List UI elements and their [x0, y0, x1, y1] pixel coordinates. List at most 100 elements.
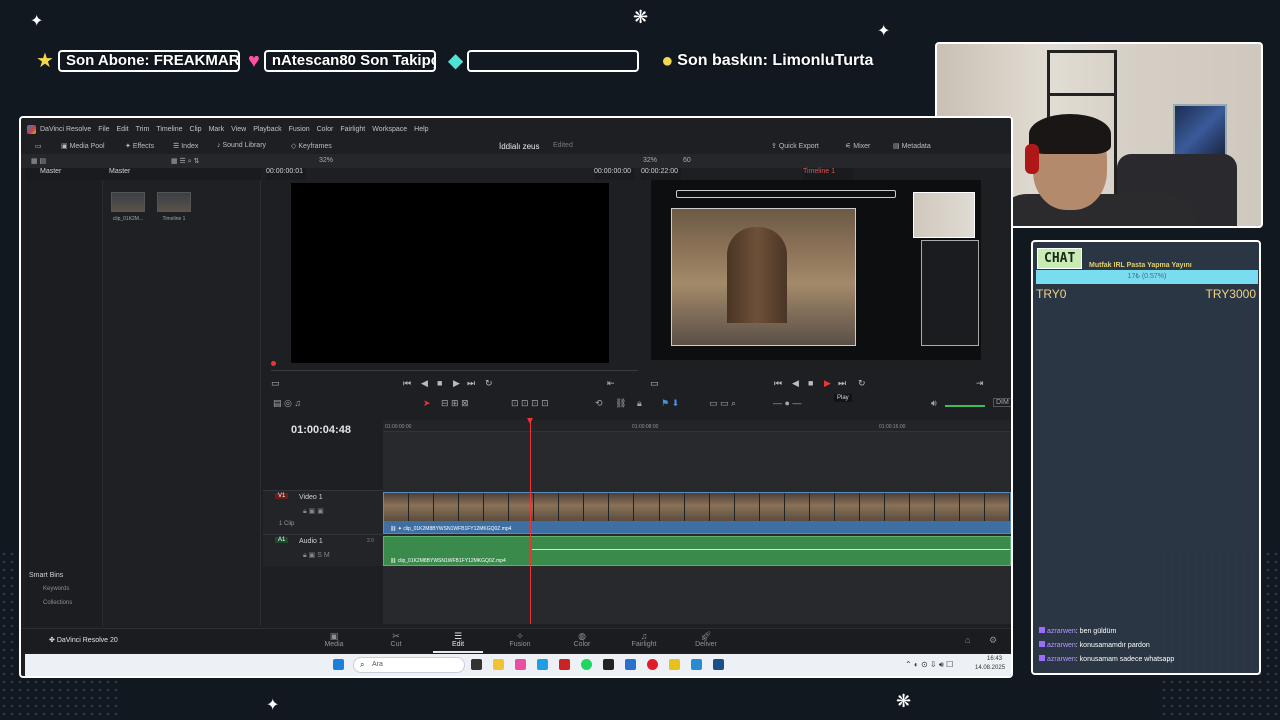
menu-mark[interactable]: Mark: [209, 126, 225, 133]
audio-clip[interactable]: ⛓ clip_01K2M8BYWSN1WFB1FY12MKGQ0Z.mp4: [383, 536, 1011, 566]
home-icon[interactable]: ⌂: [965, 635, 970, 645]
mark-in-icon[interactable]: ⇤: [607, 378, 615, 389]
video-track-header[interactable]: V1 Video 1 🔒︎ ▣ ▣ 1 Clip: [263, 490, 383, 534]
index-toggle[interactable]: ☰ Index: [173, 142, 198, 150]
app-icon-6[interactable]: [691, 659, 702, 670]
viewer-options-icon[interactable]: ▭: [650, 378, 659, 389]
timeline-name[interactable]: Timeline 1: [803, 168, 853, 180]
app-icon-3[interactable]: [603, 659, 614, 670]
page-fairlight[interactable]: ♫ Fairlight: [619, 631, 669, 648]
menu-trim[interactable]: Trim: [136, 126, 150, 133]
search-box[interactable]: ⌕ Ara: [353, 657, 465, 673]
volume-icon[interactable]: 🔊︎: [931, 398, 937, 409]
menu-fairlight[interactable]: Fairlight: [340, 126, 365, 133]
source-viewer[interactable]: [291, 183, 609, 363]
menu-fusion[interactable]: Fusion: [289, 126, 310, 133]
stop-icon[interactable]: ■: [808, 378, 813, 388]
play-reverse-icon[interactable]: ◀: [421, 378, 428, 389]
link-icon[interactable]: ⛓: [615, 398, 626, 409]
page-cut[interactable]: ✂ Cut: [371, 631, 421, 648]
jump-start-icon[interactable]: ⏮: [403, 378, 411, 389]
clock-time[interactable]: 16:43: [987, 656, 1002, 662]
track-controls-icon[interactable]: 🔒︎ ▣ ▣: [303, 507, 324, 516]
edge-icon[interactable]: [537, 659, 548, 670]
page-fusion[interactable]: ✧ Fusion: [495, 631, 545, 648]
smart-bin-keywords[interactable]: Keywords: [43, 586, 69, 592]
frame-rate[interactable]: 60: [683, 157, 691, 164]
layout-icon[interactable]: ▤ ◎ ♫: [273, 398, 301, 409]
menu-playback[interactable]: Playback: [253, 126, 281, 133]
selection-tool-icon[interactable]: ➤: [423, 398, 431, 409]
spotify-icon[interactable]: [581, 659, 592, 670]
menu-view[interactable]: View: [231, 126, 246, 133]
menu-clip[interactable]: Clip: [190, 126, 202, 133]
page-deliver[interactable]: 🚀︎ Deliver: [681, 631, 731, 648]
audio-track-header[interactable]: A1 Audio 1 2.0 🔒︎ ▣ S M: [263, 534, 383, 566]
list-view-icon[interactable]: ▦ ▤: [31, 157, 46, 165]
snapping-icon[interactable]: ⟲: [595, 398, 603, 409]
dim-button[interactable]: DIM: [993, 398, 1011, 407]
menu-help[interactable]: Help: [414, 126, 428, 133]
file-explorer-icon[interactable]: [493, 659, 504, 670]
clock-date[interactable]: 14.08.2025: [975, 665, 1005, 671]
menu-workspace[interactable]: Workspace: [372, 126, 407, 133]
app-icon-4[interactable]: [625, 659, 636, 670]
source-zoom[interactable]: 32%: [319, 157, 333, 164]
smart-bin-collections[interactable]: Collections: [43, 600, 72, 606]
davinci-taskbar-icon[interactable]: [713, 659, 724, 670]
page-color[interactable]: ◍ Color: [557, 631, 607, 648]
flag-icon[interactable]: ⚑ ⬇: [661, 398, 679, 409]
a1-badge[interactable]: A1: [275, 537, 289, 543]
media-pool-toggle[interactable]: ▣ Media Pool: [61, 142, 105, 150]
menu-app[interactable]: DaVinci Resolve: [40, 126, 91, 133]
mark-out-icon[interactable]: ⇥: [976, 378, 984, 389]
page-media[interactable]: ▣ Media: [309, 631, 359, 648]
clip-thumbnail[interactable]: [111, 192, 145, 212]
quick-export-button[interactable]: ⇪ Quick Export: [771, 142, 819, 150]
play-icon[interactable]: ▶: [824, 378, 831, 389]
sound-library-toggle[interactable]: ♪ Sound Library: [217, 142, 266, 149]
menu-edit[interactable]: Edit: [117, 126, 129, 133]
opera-icon[interactable]: [647, 659, 658, 670]
play-reverse-icon[interactable]: ◀: [792, 378, 799, 389]
effects-toggle[interactable]: ✦ Effects: [125, 142, 154, 150]
app-icon-1[interactable]: [515, 659, 526, 670]
grid-view-icon[interactable]: ▦ ☰ ⌕ ⇅: [171, 157, 200, 166]
v1-badge[interactable]: V1: [275, 493, 289, 499]
trim-tool-icon[interactable]: ⊟ ⊞ ⊠: [441, 398, 469, 409]
timeline-viewer[interactable]: [651, 180, 981, 360]
loop-icon[interactable]: ↻: [485, 378, 493, 389]
app-icon-5[interactable]: [669, 659, 680, 670]
viewer-options-icon[interactable]: ▭: [271, 378, 280, 389]
timeline-ruler[interactable]: 01:00:00:00 01:00:08:00 01:00:16:00: [383, 420, 1011, 432]
jump-end-icon[interactable]: ⏭: [838, 378, 846, 389]
menu-timeline[interactable]: Timeline: [156, 126, 182, 133]
zoom-slider[interactable]: — ● —: [773, 398, 801, 408]
lock-icon[interactable]: 🔒︎: [637, 398, 642, 409]
insert-tools-icon[interactable]: ⊡ ⊡ ⊡ ⊡: [511, 398, 549, 409]
system-tray-icons[interactable]: ⌃ ◐ ⊙ ⇩ 🔊︎ ☐: [905, 660, 953, 670]
playhead[interactable]: [527, 418, 533, 624]
stop-icon[interactable]: ■: [437, 378, 442, 388]
mixer-toggle[interactable]: ⚟ Mixer: [845, 142, 870, 150]
video-clip[interactable]: ⛓ ✦ clip_01K2M8BYWSN1WFB1FY12MKGQ0Z.mp4: [383, 492, 1011, 534]
task-view-icon[interactable]: [471, 659, 482, 670]
app-icon-2[interactable]: [559, 659, 570, 670]
menu-file[interactable]: File: [98, 126, 109, 133]
windows-start-icon[interactable]: [333, 659, 344, 670]
source-scrubber[interactable]: [271, 361, 638, 371]
volume-slider[interactable]: [945, 405, 985, 407]
loop-icon[interactable]: ↻: [858, 378, 866, 389]
settings-gear-icon[interactable]: ⚙: [989, 635, 997, 646]
timeline-zoom[interactable]: 32%: [643, 157, 657, 164]
zoom-tools-icon[interactable]: ▭ ▭ ⌕: [709, 398, 736, 409]
metadata-toggle[interactable]: ▤ Metadata: [893, 142, 931, 150]
timeline-thumbnail[interactable]: [157, 192, 191, 212]
menu-color[interactable]: Color: [317, 126, 334, 133]
jump-end-icon[interactable]: ⏭: [467, 378, 475, 389]
play-icon[interactable]: ▶: [453, 378, 460, 389]
keyframes-toggle[interactable]: ◇ Keyframes: [291, 142, 332, 150]
audio-controls-icon[interactable]: 🔒︎ ▣ S M: [303, 551, 330, 560]
jump-start-icon[interactable]: ⏮: [774, 378, 782, 389]
page-edit[interactable]: ☰ Edit: [433, 631, 483, 653]
